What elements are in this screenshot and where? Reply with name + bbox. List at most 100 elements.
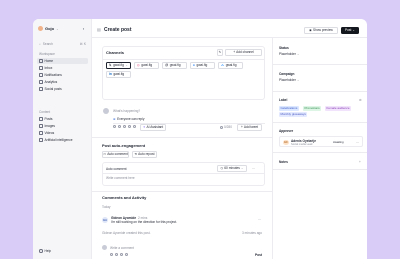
- schedule-icon[interactable]: [128, 125, 131, 128]
- social-icon: [39, 87, 43, 91]
- sidebar-item-posts[interactable]: Posts: [37, 116, 88, 122]
- sidebar-item-notifications[interactable]: Notifications: [37, 72, 88, 78]
- channel-name: gwai.fig: [169, 63, 181, 68]
- inbox-icon: [39, 66, 43, 70]
- approver-role: Social media Lead: [291, 142, 313, 146]
- settings-icon[interactable]: ⚙: [359, 98, 362, 102]
- sidebar-item-ai[interactable]: Artificial intelligence: [37, 137, 88, 143]
- status-select[interactable]: Placeholder ⌄: [279, 52, 300, 56]
- status-label: Status: [279, 46, 289, 50]
- sidebar-toggle-icon[interactable]: ▤: [97, 27, 101, 32]
- approver-avatar: AO: [283, 139, 289, 145]
- auto-comment-card-title: Auto comment: [106, 167, 127, 171]
- sidebar-item-home[interactable]: Home: [37, 58, 88, 64]
- campaign-select[interactable]: Placeholder ⌄: [279, 78, 300, 82]
- label-tag[interactable]: Female audience: [325, 106, 352, 111]
- label-tag[interactable]: Celebrations: [279, 106, 299, 111]
- composer-avatar: [103, 108, 109, 114]
- sidebar-item-images[interactable]: Images: [37, 123, 88, 129]
- sidebar-item-label: Social posts: [44, 87, 62, 91]
- rail-divider: [273, 169, 367, 170]
- sidebar-item-social-posts[interactable]: Social posts: [37, 86, 88, 92]
- reply-setting[interactable]: ⊕ Everyone can reply: [113, 117, 144, 121]
- add-channel-button[interactable]: + Add channel: [225, 49, 262, 56]
- sidebar-item-label: Posts: [44, 117, 53, 121]
- image-icon[interactable]: [113, 125, 116, 128]
- facebook-logo-icon: ●: [193, 63, 195, 68]
- repost-icon: ⟲: [134, 152, 138, 157]
- post-button[interactable]: Post ⌄: [341, 27, 359, 34]
- comment-input[interactable]: Write comment here: [106, 176, 135, 180]
- auto-comment-toggle[interactable]: ▭ Auto comment: [102, 151, 129, 158]
- app-window: Gojo ⌄ ◑ ⌕ Search ⌘ K Workspace Home Inb…: [33, 19, 367, 259]
- posts-icon: [39, 117, 43, 121]
- channel-chip-instagram[interactable]: ◎ gwai.fig: [134, 62, 159, 69]
- channel-chip-x[interactable]: 𝕏 gwai.fig ⌄: [106, 62, 131, 69]
- sidebar-item-inbox[interactable]: Inbox: [37, 65, 88, 71]
- approver-card[interactable]: AO Adenis Oyelarije Social media Lead Aw…: [279, 136, 363, 147]
- plus-icon: +: [233, 50, 236, 55]
- ai-assistant-label: AI Assistant: [146, 125, 164, 130]
- location-icon[interactable]: [133, 125, 136, 128]
- globe-icon: ⊕: [113, 117, 116, 121]
- user-avatar: [38, 26, 43, 31]
- show-preview-button[interactable]: ◉ Show preview: [304, 27, 338, 34]
- search-input: Search: [42, 42, 53, 46]
- bluesky-logo-icon: ⁂: [221, 63, 225, 68]
- auto-repost-toggle[interactable]: ⟲ Auto repost: [132, 151, 157, 158]
- image-icon[interactable]: [125, 253, 128, 256]
- progress-ring-icon: [220, 125, 223, 129]
- rail-divider: [273, 152, 367, 153]
- more-icon[interactable]: ⋯: [356, 140, 359, 144]
- channel-name: gwai.fig: [141, 63, 153, 68]
- channels-edit-button[interactable]: ✎: [217, 49, 223, 56]
- approver-status: Awaiting: [333, 140, 344, 144]
- sidebar-item-help[interactable]: Help: [37, 248, 88, 254]
- add-tweet-button[interactable]: + Add tweet: [237, 124, 262, 131]
- emoji-icon[interactable]: [110, 253, 113, 256]
- user-menu[interactable]: Gojo ⌄: [38, 26, 59, 31]
- sparkle-icon: ✦: [142, 125, 146, 130]
- card-divider: [102, 173, 265, 174]
- notes-label: Notes: [279, 160, 288, 164]
- channels-divider: [102, 59, 265, 60]
- plus-icon: +: [240, 125, 243, 130]
- reply-post-button[interactable]: Post: [255, 253, 262, 257]
- mention-icon[interactable]: [120, 253, 123, 256]
- sidebar-item-label: Inbox: [44, 66, 53, 70]
- sidebar-item-analytics[interactable]: Analytics: [37, 79, 88, 85]
- activity-event: Gideon Ayomide created this post.: [102, 231, 151, 235]
- sidebar-item-videos[interactable]: Videos: [37, 130, 88, 136]
- channel-chip-bluesky[interactable]: ⁂ gwai.fig: [218, 62, 243, 69]
- attach-icon[interactable]: [115, 253, 118, 256]
- more-icon[interactable]: ⋯: [258, 217, 261, 221]
- composer-input[interactable]: What's happening?: [113, 109, 140, 113]
- add-note-icon[interactable]: +: [359, 160, 361, 164]
- channel-chip-threads[interactable]: @ gwai.fig: [162, 62, 187, 69]
- clock-icon: ◷: [220, 166, 224, 171]
- remove-card-icon[interactable]: ⋯: [252, 166, 255, 170]
- search-box[interactable]: ⌕ Search ⌘ K: [37, 41, 88, 47]
- gif-icon[interactable]: [118, 125, 121, 128]
- approver-label: Approver: [279, 129, 294, 133]
- channel-chip-linkedin[interactable]: in gwai.fig: [106, 71, 131, 78]
- ai-assistant-button[interactable]: ✦ AI Assistant: [140, 124, 166, 131]
- char-count: 0/280: [224, 125, 232, 129]
- section-divider: [92, 191, 272, 192]
- status-value: Placeholder: [279, 52, 296, 56]
- theme-toggle-icon[interactable]: ◑: [82, 26, 84, 31]
- label-tag[interactable]: Monthly giveaways: [279, 112, 308, 117]
- delay-select[interactable]: ◷ 60 minutes ⌄: [217, 165, 247, 172]
- emoji-icon[interactable]: [123, 125, 126, 128]
- sidebar-item-label: Artificial intelligence: [44, 138, 73, 142]
- label-tag[interactable]: Promotions: [303, 106, 322, 111]
- sidebar-item-label: Help: [44, 249, 52, 253]
- details-rail: Status Placeholder ⌄ Campaign Placeholde…: [272, 37, 367, 259]
- activity-event-time: 3 minutes ago: [242, 231, 263, 235]
- pencil-icon: ✎: [218, 50, 222, 55]
- reply-avatar: [102, 245, 107, 250]
- campaign-value: Placeholder: [279, 78, 296, 82]
- sidebar: Gojo ⌄ ◑ ⌕ Search ⌘ K Workspace Home Inb…: [33, 19, 92, 259]
- channel-chip-facebook[interactable]: ● gwai.fig: [190, 62, 215, 69]
- reply-input[interactable]: Write a comment: [110, 246, 134, 250]
